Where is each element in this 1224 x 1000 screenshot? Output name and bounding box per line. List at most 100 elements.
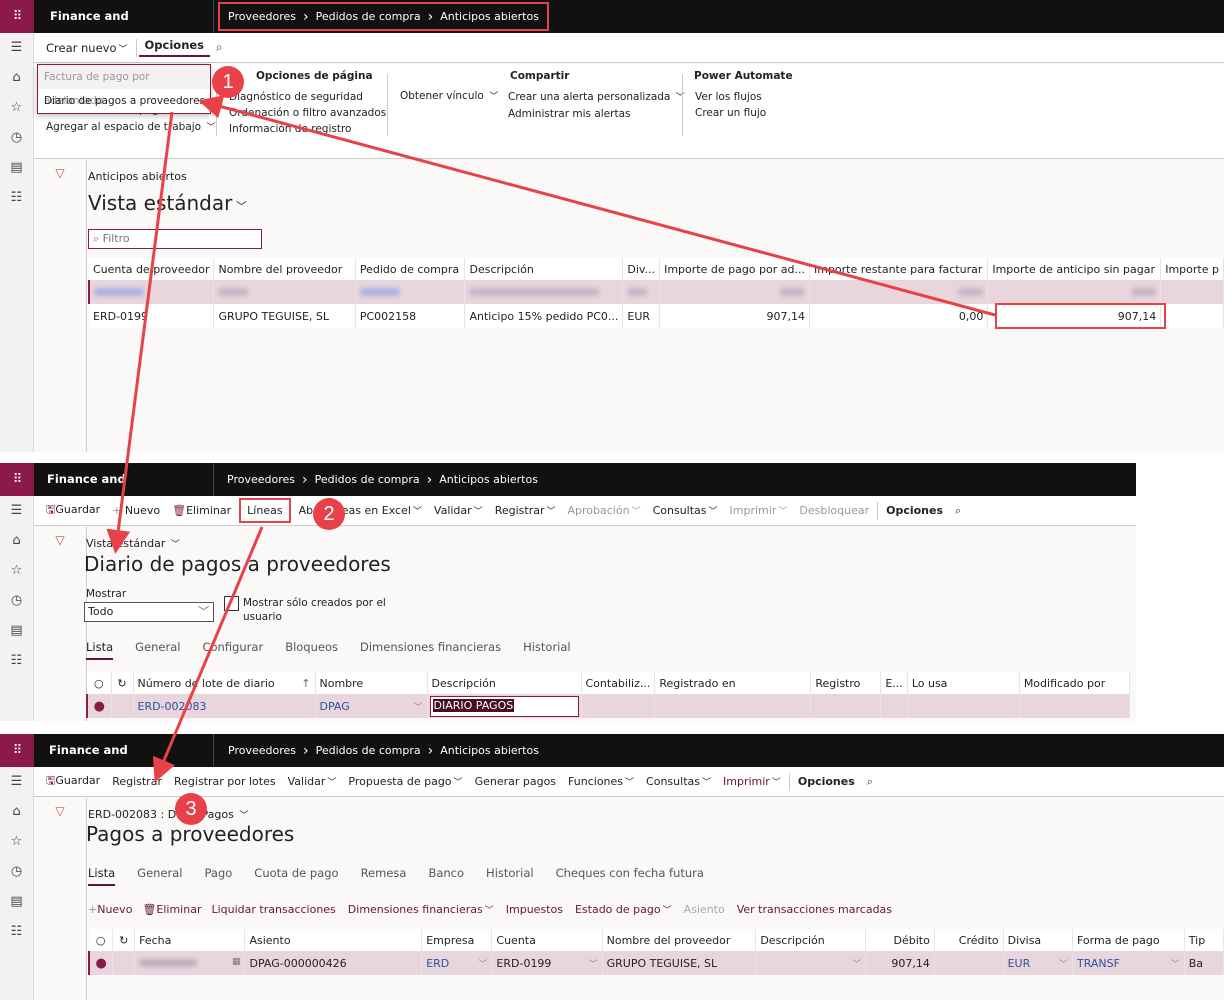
post-button[interactable]: Registrar ﹀	[489, 504, 562, 517]
cell-account[interactable]: ERD-0199 ﹀	[491, 951, 603, 975]
tab-payment-fee[interactable]: Cuota de pago	[254, 866, 338, 886]
approval-button[interactable]: Aprobación ﹀	[562, 504, 647, 517]
hamburger-icon[interactable]: ☰	[11, 496, 23, 526]
tab-bank[interactable]: Banco	[428, 866, 464, 886]
security-diagnostics-link[interactable]: Diagnóstico de seguridad	[229, 89, 386, 105]
list-icon[interactable]: ☷	[11, 646, 23, 676]
col-header[interactable]: Importe de anticipo sin pagar	[987, 258, 1162, 280]
cell-voucher[interactable]: DPAG-000000426	[244, 951, 423, 975]
star-icon[interactable]: ☆	[11, 93, 23, 123]
validate-button[interactable]: Validar ﹀	[428, 504, 489, 517]
delete-button[interactable]: 🗑Eliminar	[166, 504, 237, 517]
functions-button[interactable]: Funciones ﹀	[562, 775, 640, 788]
tab-general[interactable]: General	[135, 640, 180, 660]
cell-currency[interactable]: EUR ﹀	[1003, 951, 1073, 975]
table-row[interactable]: ● ▦ DPAG-000000426 ERD ﹀ ERD-0199 ﹀ GRUPO …	[88, 951, 1224, 975]
view-selector[interactable]: Vista estándar ﹀	[88, 191, 247, 215]
col-header[interactable]: E...	[880, 672, 908, 694]
unlock-button[interactable]: Desbloquear	[793, 504, 875, 517]
col-header[interactable]: Pedido de compra	[355, 258, 466, 280]
col-header[interactable]: Nombre del proveedor	[602, 929, 757, 951]
advanced-filter-link[interactable]: Ordenación o filtro avanzados	[229, 105, 386, 121]
home-icon[interactable]: ⌂	[12, 797, 20, 827]
app-launcher-icon[interactable]: ⠿	[0, 734, 34, 767]
home-icon[interactable]: ⌂	[12, 63, 20, 93]
create-alert-button[interactable]: Crear una alerta personalizada ﹀	[508, 89, 685, 106]
breadcrumb-item[interactable]: Anticipos abiertos	[440, 744, 539, 757]
breadcrumb-item[interactable]: Pedidos de compra	[316, 744, 421, 757]
col-header[interactable]: Lo usa	[907, 672, 1020, 694]
options-button[interactable]: Opciones	[880, 504, 949, 517]
col-header[interactable]: Div...	[622, 258, 661, 280]
post-batch-button[interactable]: Registrar por lotes	[168, 775, 282, 788]
filter-icon[interactable]: ▽	[34, 533, 86, 547]
app-name[interactable]: Finance and Operations	[34, 734, 214, 790]
app-launcher-icon[interactable]: ⠿	[0, 463, 34, 496]
col-header[interactable]: Descripción	[427, 672, 582, 694]
col-header[interactable]: Débito	[865, 929, 935, 951]
col-header[interactable]: Nombre	[315, 672, 428, 694]
col-header[interactable]: Nombre del proveedor	[213, 258, 356, 280]
save-button[interactable]: 🖫Guardar	[40, 501, 106, 520]
financial-dimensions-button[interactable]: Dimensiones financieras ﹀	[348, 903, 494, 916]
settle-transactions-button[interactable]: Liquidar transacciones	[211, 903, 335, 916]
cell-type[interactable]: Ba	[1184, 951, 1224, 975]
breadcrumb-item[interactable]: Pedidos de compra	[315, 473, 420, 486]
inquiries-button[interactable]: Consultas ﹀	[640, 775, 717, 788]
table-row-redacted[interactable]	[88, 280, 1224, 304]
search-icon[interactable]: ⌕	[949, 504, 967, 518]
app-name[interactable]: Finance and Operations	[34, 463, 214, 519]
workspace-icon[interactable]: ▤	[10, 153, 22, 183]
tab-history[interactable]: Historial	[523, 640, 571, 660]
col-header[interactable]: Registro	[810, 672, 882, 694]
col-header[interactable]: Número de lote de diario ↑	[133, 672, 316, 694]
print-button[interactable]: Imprimir ﹀	[724, 504, 794, 517]
row-selected-check-icon[interactable]: ●	[88, 951, 114, 975]
cell-name[interactable]: DPAG ﹀	[315, 694, 428, 718]
table-row[interactable]: ● ERD-002083 DPAG ﹀ DIARIO PAGOS	[86, 694, 1130, 718]
cell-credit[interactable]	[934, 951, 1004, 975]
col-header[interactable]: Crédito	[934, 929, 1004, 951]
col-header[interactable]: Importe de pago por ad...	[659, 258, 810, 280]
list-icon[interactable]: ☷	[11, 183, 23, 213]
cell-description[interactable]: ﹀	[755, 951, 867, 975]
manage-alerts-link[interactable]: Administrar mis alertas	[508, 106, 685, 122]
taxes-button[interactable]: Impuestos	[506, 903, 563, 916]
options-tab[interactable]: Opciones	[138, 38, 211, 57]
add-to-workspace-button[interactable]: Agregar al espacio de trabajo ﹀	[46, 120, 215, 133]
tab-financial-dimensions[interactable]: Dimensiones financieras	[360, 640, 501, 660]
journal-caption[interactable]: ERD-002083 : DPAG Pagos ﹀	[88, 808, 248, 821]
row-selected-check-icon[interactable]: ●	[86, 694, 112, 718]
view-marked-transactions-button[interactable]: Ver transacciones marcadas	[737, 903, 892, 916]
select-all-radio[interactable]: ○	[87, 672, 112, 694]
search-icon[interactable]: ⌕	[861, 775, 879, 789]
col-header[interactable]: Descripción	[755, 929, 867, 951]
cell-debit[interactable]: 907,14	[865, 951, 935, 975]
validate-button[interactable]: Validar ﹀	[282, 775, 343, 788]
save-button[interactable]: 🖫Guardar	[40, 772, 106, 791]
create-new-button[interactable]: Crear nuevo ﹀	[40, 41, 134, 55]
app-name[interactable]: Finance and Operations	[34, 0, 214, 56]
print-button[interactable]: Imprimir ﹀	[717, 775, 787, 788]
hamburger-icon[interactable]: ☰	[11, 33, 23, 63]
breadcrumb-item[interactable]: Proveedores	[228, 10, 296, 23]
grid-delete-button[interactable]: 🗑Eliminar	[142, 903, 201, 916]
search-icon[interactable]: ⌕	[210, 40, 228, 55]
cell-payment-method[interactable]: TRANSF ﹀	[1072, 951, 1185, 975]
app-launcher-icon[interactable]: ⠿	[0, 0, 34, 33]
col-header[interactable]: Cuenta	[491, 929, 603, 951]
breadcrumb-item[interactable]: Proveedores	[227, 473, 295, 486]
created-by-user-checkbox[interactable]	[224, 596, 239, 611]
tab-list[interactable]: Lista	[88, 866, 116, 886]
col-header[interactable]: Modificado por	[1019, 672, 1130, 694]
cell-batch-number[interactable]: ERD-002083	[133, 694, 316, 718]
new-button[interactable]: + Nuevo	[106, 504, 166, 517]
workspace-icon[interactable]: ▤	[10, 616, 22, 646]
col-header[interactable]: Registrado en	[654, 672, 812, 694]
col-header[interactable]: Empresa	[421, 929, 493, 951]
view-selector[interactable]: Vista estándar ﹀	[86, 537, 180, 550]
col-header[interactable]: Importe restante para facturar	[809, 258, 989, 280]
payment-proposal-button[interactable]: Propuesta de pago ﹀	[342, 775, 468, 788]
tab-setup[interactable]: Configurar	[202, 640, 263, 660]
col-header[interactable]: Asiento	[244, 929, 423, 951]
